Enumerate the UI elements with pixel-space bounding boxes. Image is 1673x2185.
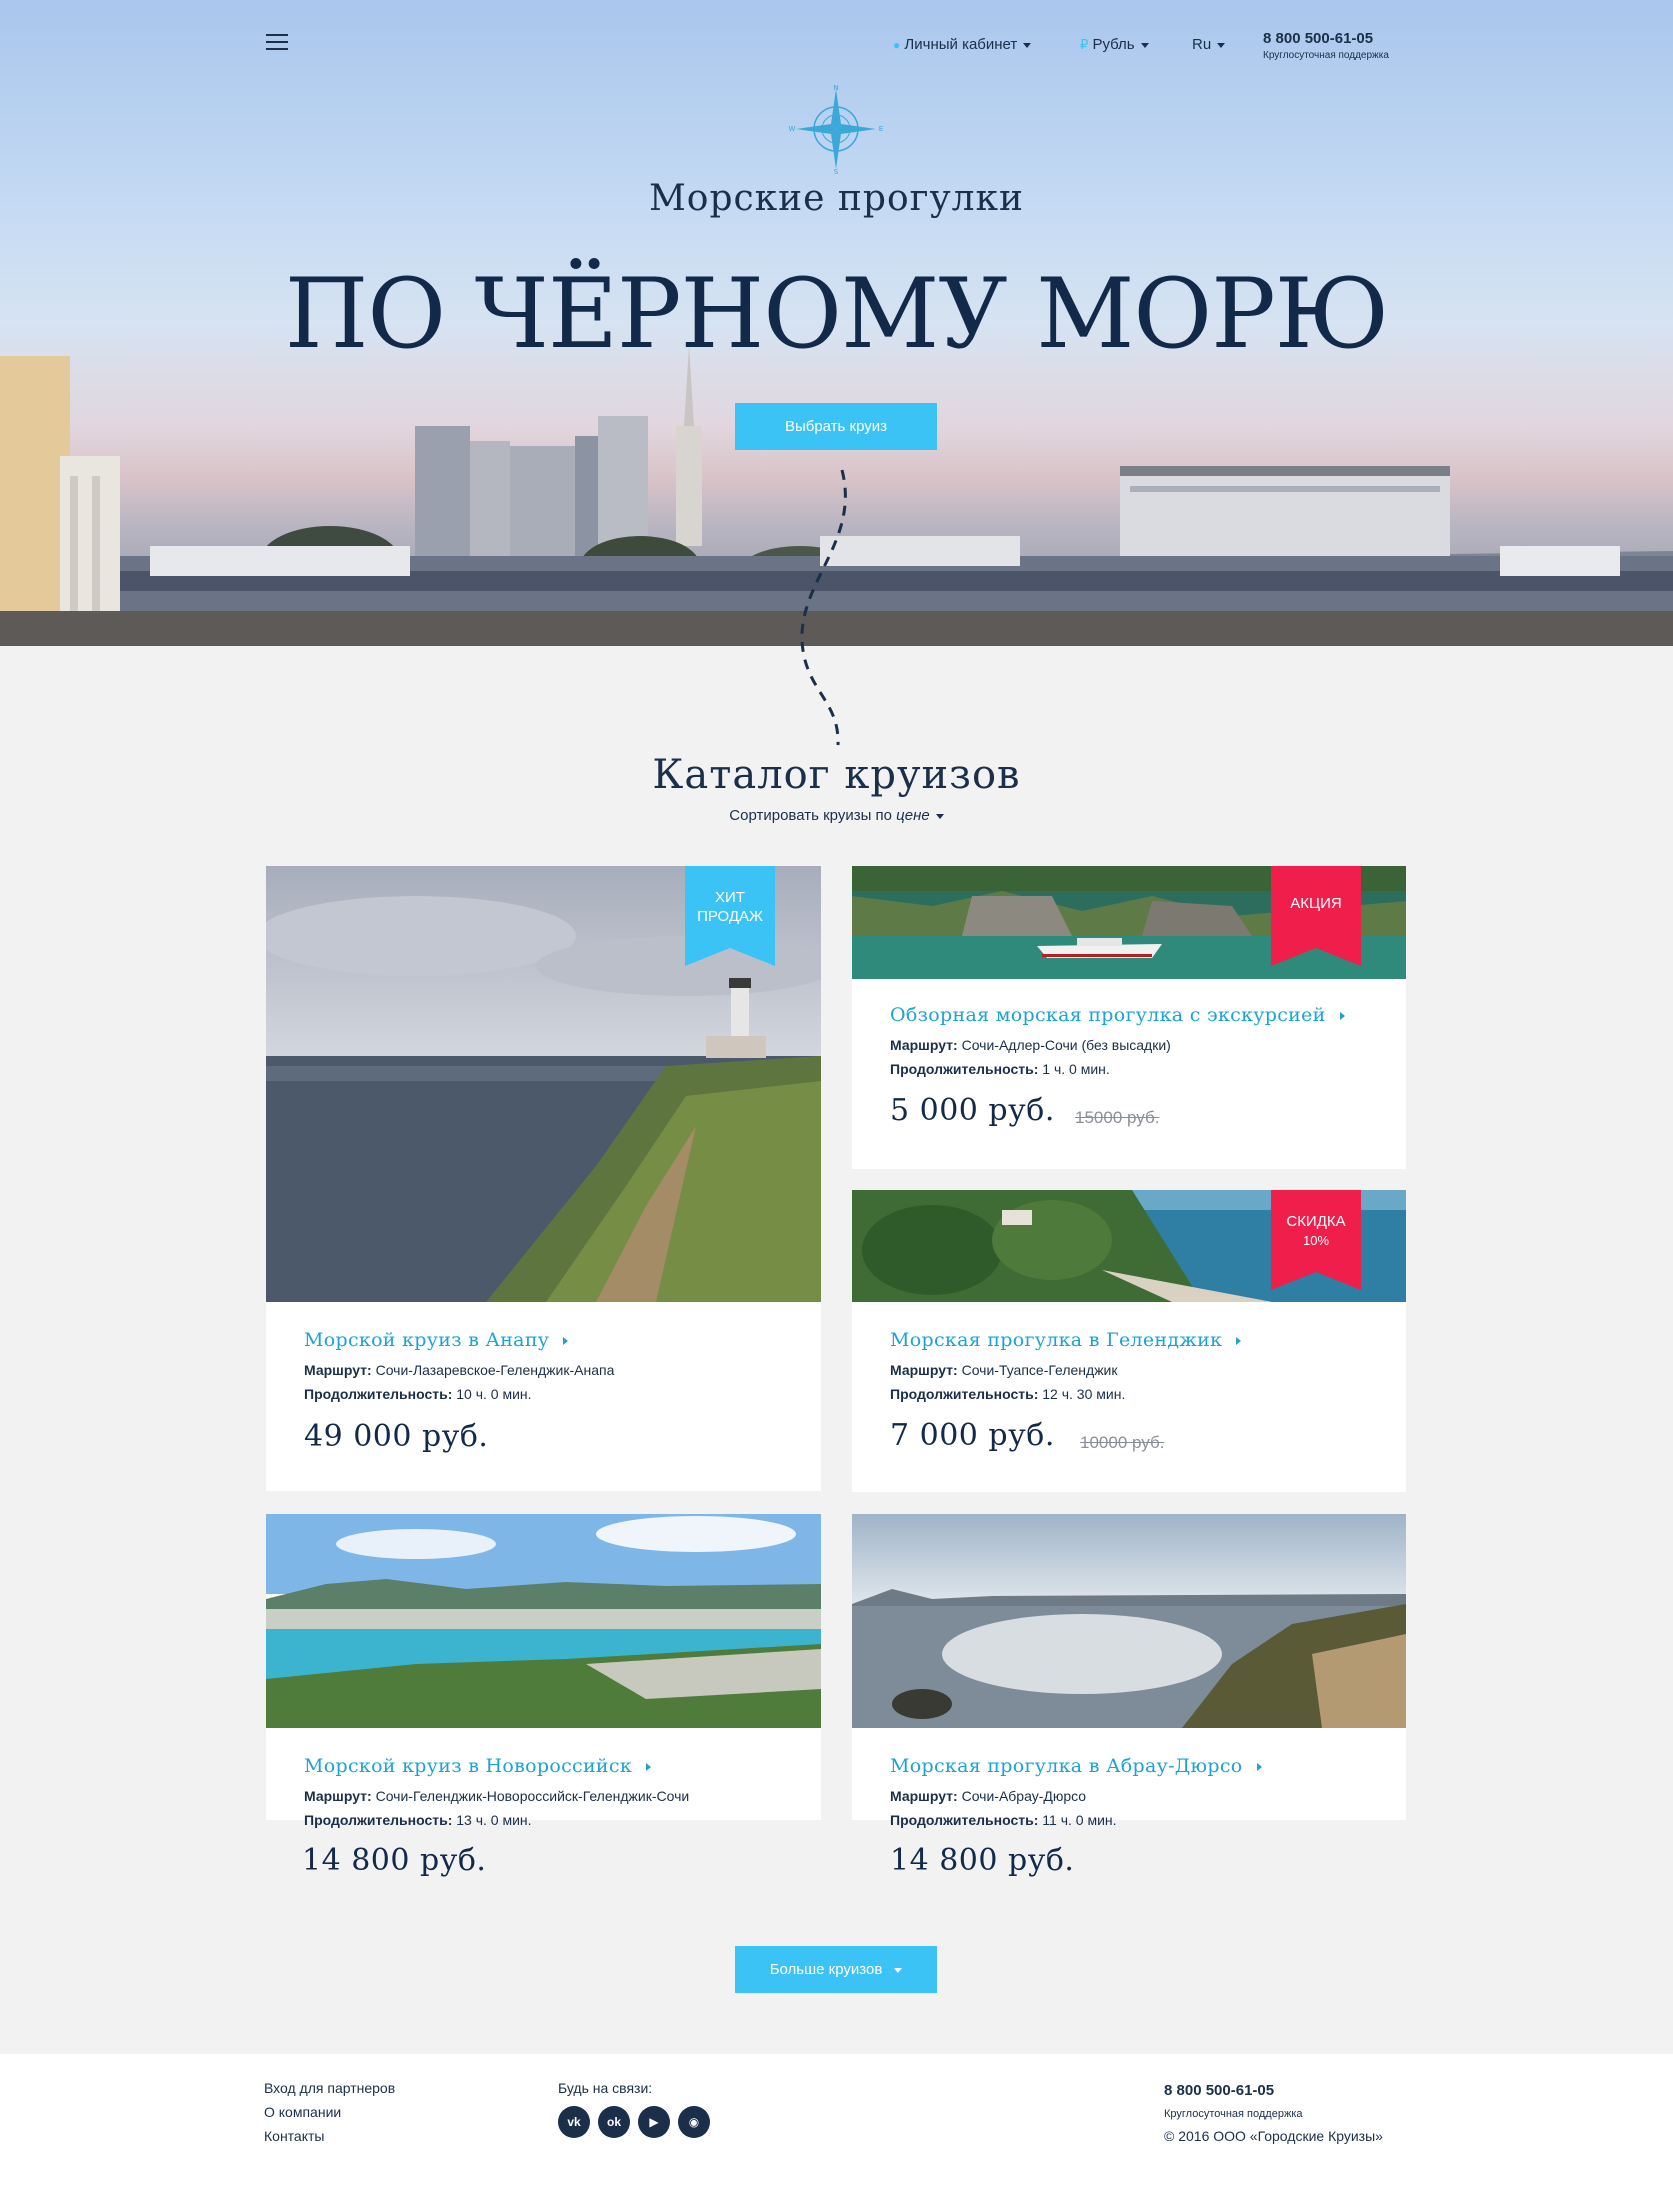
card-route: Маршрут: Сочи-Туапсе-Геленджик — [890, 1362, 1118, 1378]
badge-line1: ХИТ — [715, 889, 745, 906]
cruise-card[interactable]: Морской круиз в Новороссийск Маршрут: Со… — [266, 1514, 821, 1878]
cruise-card[interactable]: Морская прогулка в Абрау-Дюрсо Маршрут: … — [852, 1514, 1406, 1878]
card-route: Маршрут: Сочи-Адлер-Сочи (без высадки) — [890, 1037, 1171, 1053]
card-price: 14 800 руб. — [890, 1843, 1075, 1878]
badge-discount: СКИДКА 10% — [1271, 1190, 1361, 1290]
sort-prefix: Сортировать круизы по — [729, 807, 892, 824]
card-route: Маршрут: Сочи-Абрау-Дюрсо — [890, 1788, 1087, 1804]
cruise-card[interactable]: АКЦИЯ Обзорная морская прогулка с экскур… — [852, 866, 1406, 1169]
svg-text:E: E — [879, 125, 883, 133]
card-price: 14 800 руб. — [302, 1843, 487, 1878]
ruble-icon: ₽ — [1080, 37, 1089, 52]
chevron-down-icon — [1023, 42, 1032, 48]
footer-phone-note: Круглосуточная поддержка — [1164, 2108, 1303, 2120]
youtube-icon[interactable]: ▶ — [638, 2106, 670, 2138]
partners-login-link[interactable]: Вход для партнеров — [264, 2080, 395, 2096]
chevron-right-icon — [646, 1763, 652, 1771]
card-title-link[interactable]: Морской круиз в Анапу — [304, 1329, 569, 1351]
card-price: 5 000 руб. — [890, 1093, 1055, 1128]
card-title-link[interactable]: Морская прогулка в Абрау-Дюрсо — [890, 1755, 1262, 1777]
chevron-down-icon — [894, 1967, 903, 1973]
badge-line2: 10% — [1302, 1233, 1330, 1248]
chevron-down-icon — [935, 813, 944, 819]
currency-label: Рубль — [1092, 36, 1135, 53]
chevron-right-icon — [1236, 1337, 1242, 1345]
chevron-down-icon — [1217, 42, 1226, 48]
more-cruises-button[interactable]: Больше круизов — [735, 1946, 937, 1993]
card-image-novorossiysk-bay — [266, 1514, 821, 1728]
support-phone: 8 800 500-61-05 Круглосуточная поддержка — [1263, 30, 1389, 61]
cruise-card[interactable]: СКИДКА 10% Морская прогулка в Геленджик М… — [852, 1190, 1406, 1492]
card-price: 49 000 руб. — [304, 1419, 489, 1454]
card-route: Маршрут: Сочи-Лазаревское-Геленджик-Анап… — [304, 1362, 615, 1378]
badge-text: АКЦИЯ — [1290, 895, 1342, 912]
hero-subtitle: Морские прогулки — [648, 178, 1025, 219]
top-navigation: ● Личный кабинет ₽ Рубль Ru 8 800 500-61… — [0, 0, 1673, 90]
account-menu[interactable]: ● Личный кабинет — [893, 36, 1032, 53]
social-label: Будь на связи: — [558, 2080, 653, 2096]
card-title-link[interactable]: Морской круиз в Новороссийск — [304, 1755, 652, 1777]
card-duration: Продолжительность: 13 ч. 0 мин. — [304, 1812, 532, 1828]
footer-phone: 8 800 500-61-05 — [1164, 2082, 1275, 2099]
svg-text:N: N — [833, 84, 838, 92]
cruise-card[interactable]: ХИТ ПРОДАЖ Морской круиз в Анапу Маршрут:… — [266, 866, 821, 1491]
chevron-down-icon — [1140, 42, 1149, 48]
hamburger-menu-icon[interactable] — [266, 34, 288, 50]
svg-text:W: W — [789, 125, 796, 133]
card-old-price: 15000 руб. — [1075, 1108, 1160, 1127]
instagram-icon[interactable]: ◉ — [678, 2106, 710, 2138]
dashed-route-decoration — [800, 469, 847, 746]
card-price: 7 000 руб. — [890, 1418, 1055, 1453]
language-label: Ru — [1192, 36, 1212, 53]
currency-menu[interactable]: ₽ Рубль — [1080, 36, 1149, 53]
badge-hit: ХИТ ПРОДАЖ — [685, 866, 775, 966]
card-image-abrau-coast — [852, 1514, 1406, 1728]
compass-rose-icon: N S W E — [789, 84, 884, 174]
phone-number: 8 800 500-61-05 — [1263, 30, 1374, 47]
card-duration: Продолжительность: 1 ч. 0 мин. — [890, 1061, 1110, 1077]
footer: Вход для партнеров О компании Контакты Б… — [0, 2054, 1673, 2185]
choose-cruise-button[interactable]: Выбрать круиз — [735, 403, 937, 450]
catalog-title: Каталог круизов — [652, 752, 1021, 798]
sort-dropdown[interactable]: Сортировать круизы по цене — [0, 807, 1673, 824]
card-duration: Продолжительность: 11 ч. 0 мин. — [890, 1812, 1117, 1828]
about-link[interactable]: О компании — [264, 2104, 341, 2120]
chevron-right-icon — [563, 1337, 569, 1345]
language-menu[interactable]: Ru — [1192, 36, 1226, 53]
chevron-right-icon — [1339, 1012, 1345, 1020]
badge-line1: СКИДКА — [1286, 1213, 1346, 1230]
user-icon: ● — [893, 38, 901, 52]
card-old-price: 10000 руб. — [1080, 1433, 1165, 1452]
card-duration: Продолжительность: 10 ч. 0 мин. — [304, 1386, 532, 1402]
card-duration: Продолжительность: 12 ч. 30 мин. — [890, 1386, 1126, 1402]
card-route: Маршрут: Сочи-Геленджик-Новороссийск-Гел… — [304, 1788, 690, 1804]
badge-sale: АКЦИЯ — [1271, 866, 1361, 966]
card-title-link[interactable]: Обзорная морская прогулка с экскурсией — [890, 1004, 1345, 1026]
badge-line2: ПРОДАЖ — [697, 908, 763, 925]
more-cruises-label: Больше круизов — [769, 1961, 883, 1978]
card-title-link[interactable]: Морская прогулка в Геленджик — [890, 1329, 1242, 1351]
phone-note: Круглосуточная поддержка — [1263, 50, 1389, 61]
vk-icon[interactable]: vk — [558, 2106, 590, 2138]
svg-text:S: S — [834, 168, 839, 174]
hero-title: ПО ЧЁРНОМУ МОРЮ — [284, 258, 1390, 370]
account-label: Личный кабинет — [904, 36, 1018, 53]
chevron-right-icon — [1256, 1763, 1262, 1771]
odnoklassniki-icon[interactable]: ok — [598, 2106, 630, 2138]
sort-value: цене — [896, 807, 930, 824]
copyright: © 2016 ООО «Городские Круизы» — [1164, 2128, 1383, 2144]
contacts-link[interactable]: Контакты — [264, 2128, 324, 2144]
